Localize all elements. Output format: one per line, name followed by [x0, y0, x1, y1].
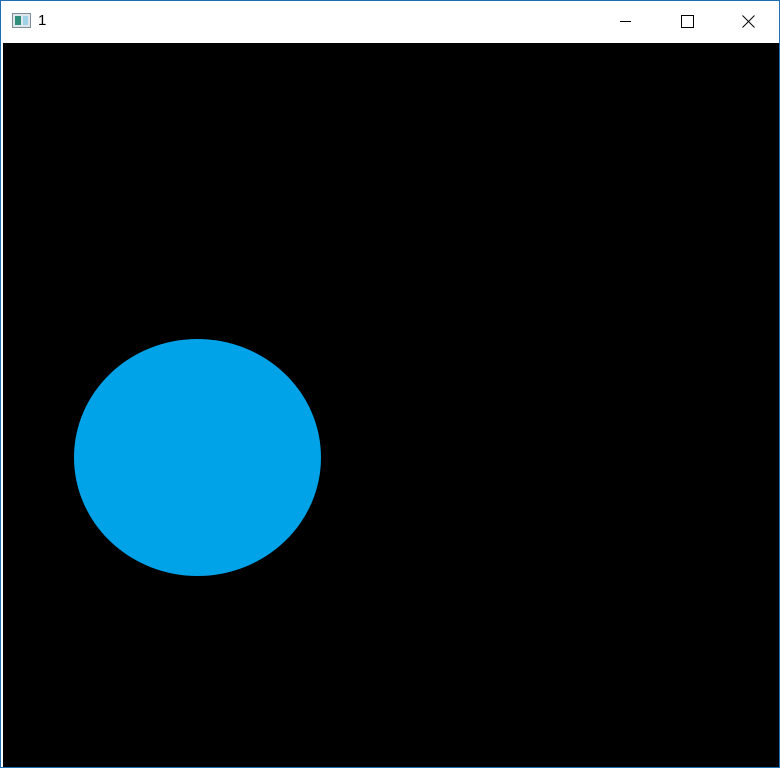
close-icon — [742, 15, 755, 28]
app-icon-pane-left — [15, 16, 21, 25]
close-button[interactable] — [717, 1, 778, 42]
maximize-icon — [681, 15, 694, 28]
minimize-icon — [620, 21, 631, 22]
app-icon-pane-right — [23, 16, 28, 25]
app-window: 1 — [0, 0, 780, 768]
app-window-icon[interactable] — [12, 13, 31, 28]
blue-circle — [74, 339, 321, 576]
drawing-canvas[interactable] — [3, 43, 779, 767]
minimize-button[interactable] — [595, 1, 656, 42]
title-bar[interactable]: 1 — [1, 1, 779, 42]
maximize-button[interactable] — [656, 1, 717, 42]
window-title: 1 — [38, 12, 47, 29]
